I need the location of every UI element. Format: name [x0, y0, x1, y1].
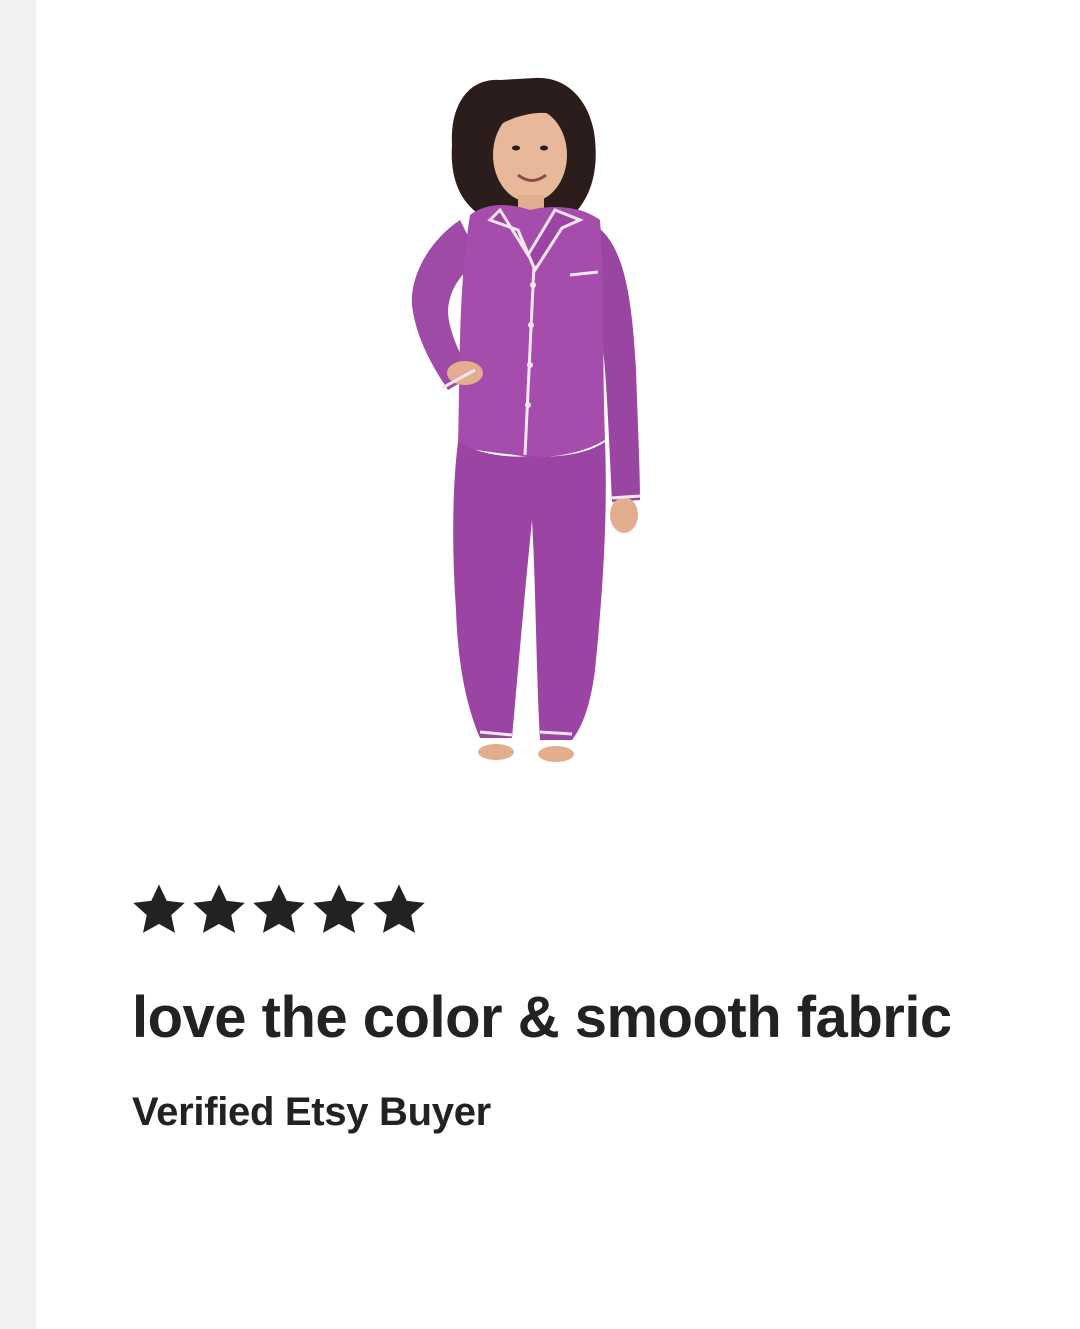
review-card: love the color & smooth fabric Verified …	[0, 0, 1080, 1329]
star-icon	[372, 883, 426, 937]
star-icon	[132, 883, 186, 937]
star-icon	[312, 883, 366, 937]
review-title: love the color & smooth fabric	[132, 985, 952, 1050]
left-gutter	[0, 0, 36, 1329]
star-rating	[132, 880, 1052, 940]
star-icon	[252, 883, 306, 937]
reviewer-name: Verified Etsy Buyer	[132, 1089, 491, 1134]
star-icon	[192, 883, 246, 937]
review-block: love the color & smooth fabric Verified …	[132, 880, 1052, 1135]
product-photo	[340, 70, 670, 770]
